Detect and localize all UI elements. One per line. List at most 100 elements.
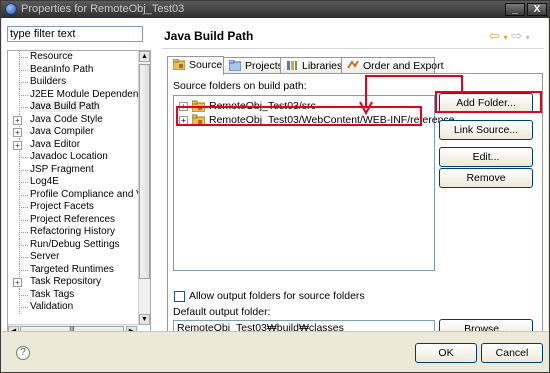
tree-item[interactable]: Validation xyxy=(8,301,140,314)
tree-item[interactable]: BeanInfo Path xyxy=(8,63,140,77)
tree-item[interactable]: J2EE Module Dependencies xyxy=(8,88,150,102)
scroll-up-icon[interactable]: ▲ xyxy=(139,51,150,62)
tree-connector xyxy=(19,307,28,308)
tree-item-label: Java Code Style xyxy=(30,113,103,125)
tree-item-label: Project References xyxy=(30,213,116,225)
expand-icon[interactable]: + xyxy=(13,128,22,137)
tree-item-label: Validation xyxy=(30,301,74,312)
tree-item[interactable]: JSP Fragment xyxy=(8,163,140,177)
tree-connector xyxy=(19,244,28,246)
forward-arrow-icon[interactable]: ⇨ xyxy=(511,28,522,43)
preference-tree: Resource BeanInfo Path Builders J2EE Module… xyxy=(7,50,151,338)
tree-item[interactable]: + Java Editor xyxy=(8,138,140,152)
tree-connector xyxy=(19,169,28,171)
tree-item[interactable]: Server xyxy=(8,251,140,264)
allow-output-label: Allow output folders for source folders xyxy=(189,290,365,302)
filter-input[interactable] xyxy=(7,26,143,42)
allow-output-checkbox[interactable] xyxy=(174,291,185,302)
tab-source[interactable]: Source xyxy=(167,56,224,75)
tree-list: Resource BeanInfo Path Builders J2EE Module… xyxy=(8,51,150,314)
tree-item[interactable]: Project Facets xyxy=(8,201,140,214)
tree-item[interactable]: + Java Compiler xyxy=(8,126,140,139)
tree-item-label: Java Build Path xyxy=(30,101,100,112)
title-bar[interactable]: Properties for RemoteObj_Test03 _ X xyxy=(1,1,549,18)
tree-connector xyxy=(19,69,28,71)
back-arrow-icon[interactable]: ⇦ xyxy=(489,28,500,43)
tab-projects-label: Projects xyxy=(245,60,283,72)
tree-connector xyxy=(19,269,28,271)
tree-item[interactable]: Targeted Runtimes xyxy=(8,263,140,277)
tree-item-label: J2EE Module Dependencies xyxy=(30,88,151,100)
tree-item[interactable]: Builders xyxy=(8,76,140,89)
forward-dropdown-icon[interactable]: ▾ xyxy=(526,33,530,42)
history-nav: ⇦ ▾ ⇨ ▾ xyxy=(489,28,530,44)
tree-item-label: Targeted Runtimes xyxy=(30,263,114,275)
title-separator xyxy=(162,48,544,49)
help-icon[interactable]: ? xyxy=(16,346,30,360)
source-folder-icon xyxy=(173,59,185,70)
tree-item-label: Profile Compliance and Valid xyxy=(30,188,151,200)
order-export-icon xyxy=(347,60,359,69)
expand-icon[interactable]: + xyxy=(13,278,22,287)
tree-connector xyxy=(19,294,28,296)
properties-dialog: Properties for RemoteObj_Test03 _ X Reso… xyxy=(0,0,550,373)
tree-connector xyxy=(19,257,28,258)
expand-icon[interactable]: + xyxy=(13,115,22,125)
tree-connector xyxy=(19,232,28,233)
tree-connector xyxy=(19,219,28,221)
tree-item[interactable]: Task Tags xyxy=(8,288,140,302)
tree-item[interactable]: Java Build Path xyxy=(8,101,140,114)
tab-libraries-label: Libraries xyxy=(302,60,343,72)
eclipse-icon xyxy=(5,3,17,15)
tree-item-label: Resource xyxy=(30,51,73,62)
tree-item-label: Java Compiler xyxy=(30,126,94,137)
tab-order-export-label: Order and Export xyxy=(363,60,444,72)
page-title: Java Build Path xyxy=(164,29,254,43)
tree-item-label: Log4E xyxy=(30,176,59,187)
expand-icon[interactable]: + xyxy=(13,140,22,150)
tab-source-label: Source xyxy=(189,59,223,71)
dialog-body: ResourceBeanInfo PathBuildersJ2EE Module… xyxy=(2,18,548,339)
tree-connector xyxy=(19,82,28,83)
tree-item[interactable]: Refactoring History xyxy=(8,226,140,239)
tree-vertical-scrollbar[interactable]: ▲ ▼ xyxy=(138,51,150,325)
tree-item[interactable]: Resource xyxy=(8,51,140,64)
minimize-button[interactable]: _ xyxy=(505,3,525,16)
close-button[interactable]: X xyxy=(527,3,547,16)
tab-order-export[interactable]: Order and Export xyxy=(341,57,444,74)
tree-item[interactable]: Run/Debug Settings xyxy=(8,238,140,252)
tree-item-label: Builders xyxy=(30,76,67,87)
tree-item-label: Javadoc Location xyxy=(30,151,108,162)
tree-connector xyxy=(19,157,28,158)
tree-item[interactable]: Javadoc Location xyxy=(8,151,140,164)
tree-connector xyxy=(19,182,28,183)
tree-item[interactable]: Profile Compliance and Valid xyxy=(8,188,150,202)
tree-item[interactable]: Project References xyxy=(8,213,140,227)
remove-button[interactable]: Remove xyxy=(439,168,533,188)
scroll-down-icon[interactable]: ▼ xyxy=(139,314,150,325)
tree-item[interactable]: + Task Repository xyxy=(8,276,140,289)
tab-libraries[interactable]: Libraries xyxy=(280,57,342,74)
edit-button[interactable]: Edit... xyxy=(439,147,533,167)
cancel-button[interactable]: Cancel xyxy=(481,343,543,363)
tree-connector xyxy=(19,194,28,196)
back-dropdown-icon[interactable]: ▾ xyxy=(504,33,508,42)
tree-item-label: BeanInfo Path xyxy=(30,63,94,75)
dialog-footer: ? OK Cancel xyxy=(2,331,548,372)
tab-projects[interactable]: Projects xyxy=(223,57,283,74)
tree-item[interactable]: + Java Code Style xyxy=(8,113,140,127)
scroll-thumb[interactable] xyxy=(139,64,150,279)
tree-item-label: Task Tags xyxy=(30,288,75,300)
tree-connector xyxy=(19,94,28,96)
tree-connector xyxy=(19,207,28,208)
tree-item-label: Server xyxy=(30,251,60,262)
annotation-arrow-icon xyxy=(359,75,463,116)
link-source-button[interactable]: Link Source... xyxy=(439,120,533,140)
tree-item[interactable]: Log4E xyxy=(8,176,140,189)
ok-button[interactable]: OK xyxy=(415,343,477,363)
tree-item-label: Java Editor xyxy=(30,138,81,150)
tree-connector xyxy=(19,107,28,108)
tree-item-label: JSP Fragment xyxy=(30,163,94,175)
tree-item-label: Refactoring History xyxy=(30,226,116,237)
tree-connector xyxy=(19,57,28,58)
